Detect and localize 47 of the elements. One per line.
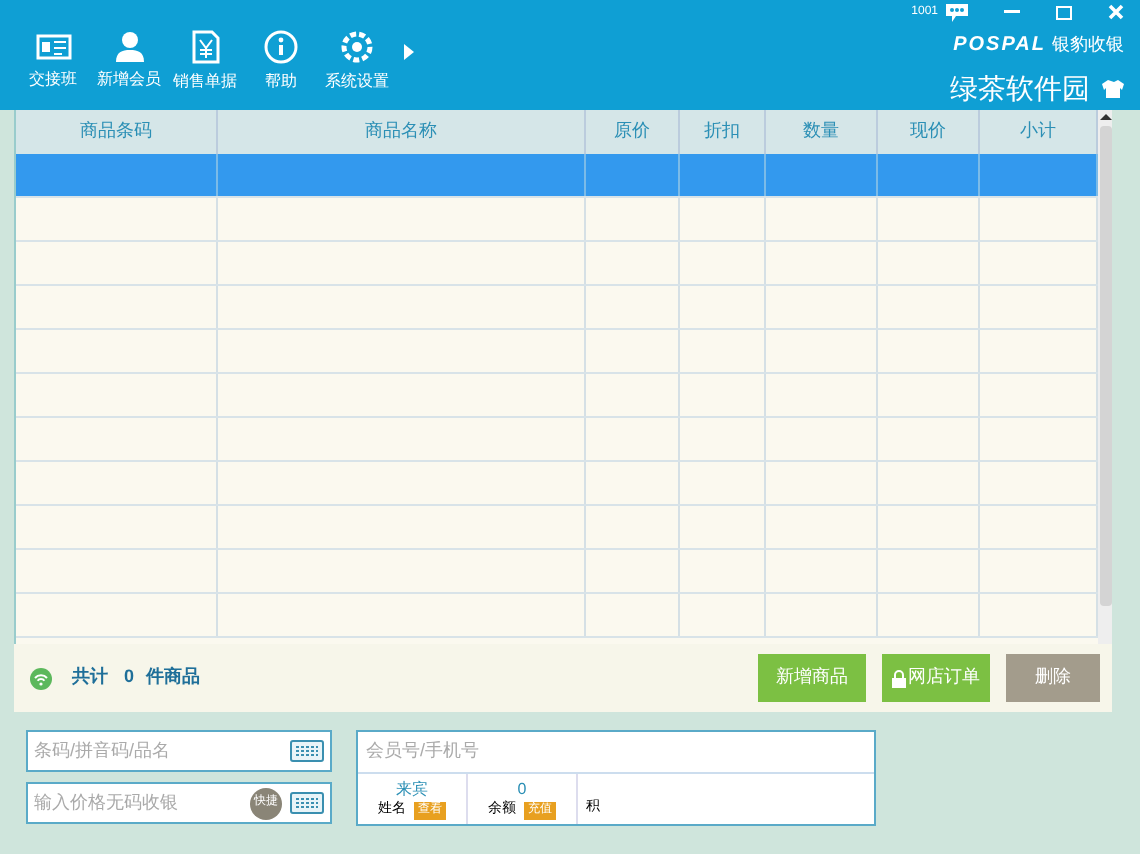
table-row[interactable]: [16, 286, 1098, 330]
table-row[interactable]: [16, 462, 1098, 506]
search-bar[interactable]: 条码/拼音码/品名: [26, 730, 332, 772]
action-button[interactable]: 删除: [1006, 654, 1100, 702]
scrollbar[interactable]: [1098, 110, 1112, 644]
search-field[interactable]: 条码/拼音码/品名: [34, 737, 290, 765]
receipt-icon: [191, 29, 219, 63]
action-button[interactable]: 网店订单: [882, 654, 990, 702]
maximize-icon[interactable]: [1056, 5, 1072, 19]
summary-label: 共计: [72, 664, 108, 691]
settings-icon: [340, 29, 374, 63]
brand-logo: POSPAL: [953, 32, 1046, 60]
price-input-field[interactable]: 输入价格无码收银: [34, 789, 242, 817]
action-button[interactable]: 新增商品: [758, 654, 866, 702]
balance-value: 0: [517, 777, 527, 800]
table-row[interactable]: [16, 550, 1098, 594]
minimize-icon[interactable]: [1004, 10, 1020, 14]
table-row[interactable]: [16, 198, 1098, 242]
table-row[interactable]: [16, 330, 1098, 374]
id-card-icon: [35, 30, 71, 62]
brand-name: 银豹收银: [1052, 31, 1124, 58]
keyboard-icon[interactable]: [290, 792, 324, 814]
lock-icon: [892, 669, 906, 687]
table-row[interactable]: [16, 374, 1098, 418]
summary-unit: 件商品: [146, 664, 201, 691]
table-row[interactable]: [16, 506, 1098, 550]
toolbar-button[interactable]: 交接班: [16, 11, 90, 107]
keyboard-icon[interactable]: [290, 740, 324, 762]
toolbar-button[interactable]: 帮助: [244, 11, 318, 107]
info-icon: [264, 29, 298, 63]
chat-icon[interactable]: [946, 3, 968, 21]
toolbar-button[interactable]: 系统设置: [320, 11, 394, 107]
close-icon[interactable]: [1108, 4, 1124, 20]
toolbar-button[interactable]: 新增会员: [92, 11, 166, 107]
table-row[interactable]: [16, 242, 1098, 286]
item-count: 0: [124, 664, 135, 691]
expand-arrow-icon[interactable]: [404, 43, 414, 59]
person-icon: [115, 30, 143, 62]
member-field[interactable]: 会员号/手机号: [366, 738, 766, 766]
table-row[interactable]: [16, 594, 1098, 638]
member-name: 来宾: [396, 777, 428, 800]
toolbar-button[interactable]: 销售单据: [168, 11, 242, 107]
store-name: 绿茶软件园: [950, 70, 1090, 108]
shirt-icon[interactable]: [1102, 80, 1124, 98]
table-row[interactable]: [16, 154, 1098, 198]
wifi-icon: [30, 667, 52, 689]
table-row[interactable]: [16, 418, 1098, 462]
